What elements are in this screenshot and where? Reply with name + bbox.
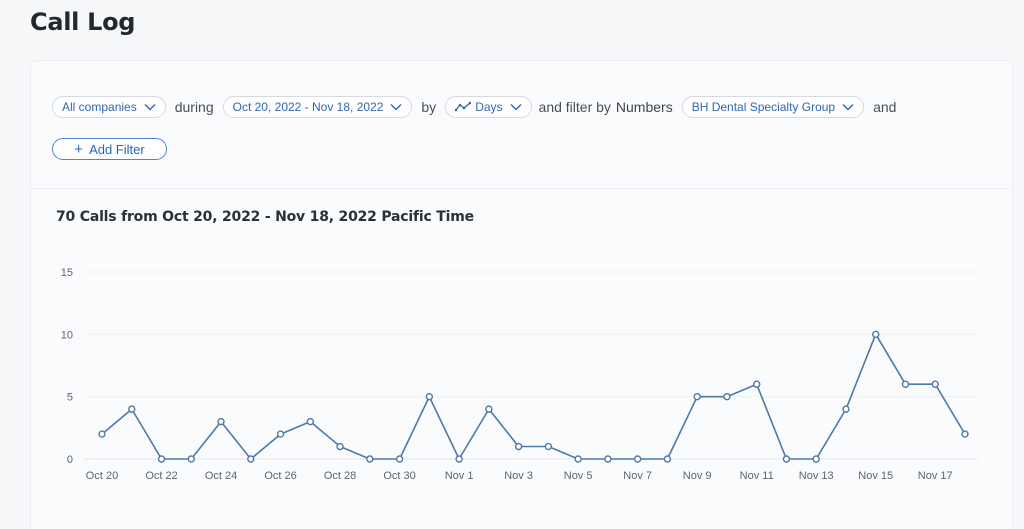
data-point (425, 392, 434, 401)
x-tick-label: Oct 22 (145, 470, 177, 482)
x-tick-label: Oct 30 (383, 470, 415, 482)
data-point (633, 455, 642, 463)
data-point (306, 417, 315, 426)
data-point (157, 455, 166, 463)
x-tick-label: Oct 20 (86, 470, 118, 482)
data-point (247, 455, 255, 463)
data-point (931, 380, 939, 388)
data-point (752, 380, 761, 388)
x-tick-label: Oct 24 (205, 470, 237, 482)
data-point (693, 392, 701, 401)
data-point (723, 392, 731, 401)
data-point (812, 455, 820, 463)
x-tick-label: Oct 28 (324, 470, 356, 482)
y-tick-label: 5 (67, 392, 73, 404)
x-tick-label: Nov 1 (445, 470, 474, 482)
y-tick-label: 10 (61, 329, 73, 341)
data-point (872, 330, 880, 339)
data-point (663, 455, 672, 463)
data-point (901, 380, 910, 388)
data-point (366, 455, 374, 463)
x-tick-label: Nov 15 (858, 470, 893, 482)
x-tick-label: Nov 17 (918, 470, 953, 482)
x-tick-label: Nov 11 (740, 470, 774, 482)
data-point (604, 455, 612, 463)
data-point (842, 405, 850, 413)
y-tick-label: 0 (67, 454, 73, 466)
data-point (276, 430, 285, 438)
data-point (514, 442, 523, 451)
data-point (455, 455, 463, 463)
data-point (336, 442, 344, 451)
data-point (217, 417, 225, 426)
x-tick-label: Nov 9 (683, 470, 712, 482)
data-point (574, 455, 582, 463)
x-tick-label: Nov 7 (623, 470, 652, 482)
x-tick-label: Nov 13 (799, 470, 834, 482)
x-tick-label: Nov 5 (564, 470, 593, 482)
x-tick-label: Oct 26 (264, 470, 296, 482)
data-point (98, 430, 106, 438)
data-point (187, 455, 195, 463)
data-point (395, 455, 404, 463)
data-point (782, 455, 791, 463)
data-point (128, 405, 136, 413)
data-point (544, 442, 553, 451)
data-point (485, 405, 493, 413)
calls-line-chart: 0 5 10 15 Oct 20 Oct 22 Oct 24 Oct 26 Oct 28 Oct … (61, 267, 978, 482)
x-tick-label: Nov 3 (504, 470, 533, 482)
data-point (961, 430, 969, 438)
y-tick-label: 15 (61, 267, 73, 279)
